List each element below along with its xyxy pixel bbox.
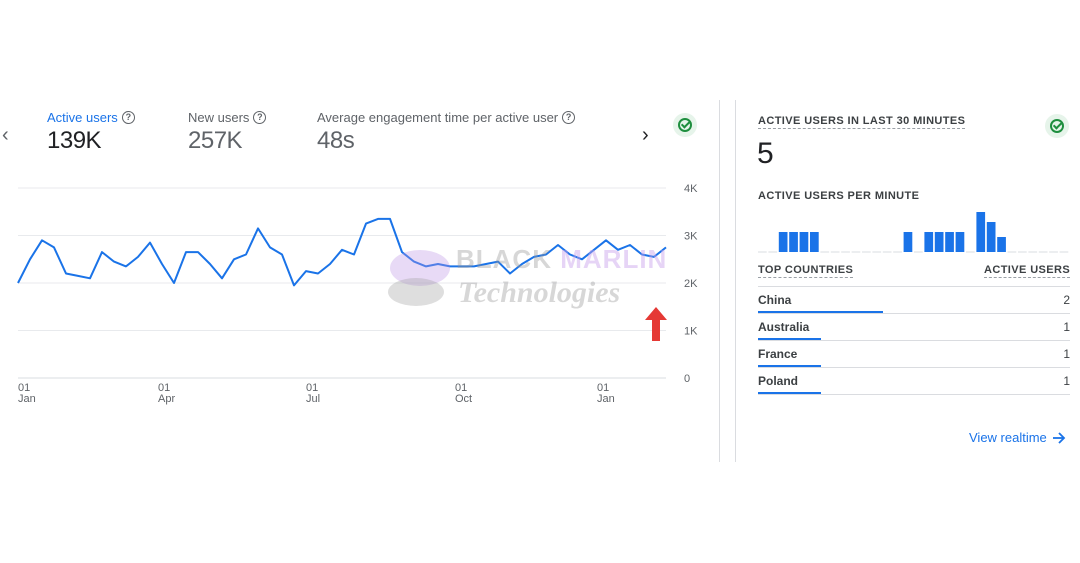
per-minute-bar [945,232,954,252]
country-value: 1 [1063,374,1070,388]
card-divider [735,100,736,462]
table-divider [758,286,1070,287]
table-divider [758,313,1070,314]
country-value: 1 [1063,320,1070,334]
x-tick-month: Jan [597,393,615,405]
metric-value: 139K [47,127,102,154]
per-minute-bar [789,232,798,252]
watermark: BLACK MARLIN Technologies [386,242,696,312]
country-name: Australia [758,320,810,334]
per-minute-bar [924,232,934,252]
country-name: Poland [758,374,799,388]
per-minute-bar [778,232,788,252]
per-minute-bar-chart [758,212,1069,253]
country-name: China [758,293,792,307]
table-divider [758,340,1070,341]
help-circle-icon[interactable]: ? [253,111,267,124]
metric-label: Active users [47,110,118,125]
y-tick-label: 1K [684,326,698,338]
active-users-header[interactable]: ACTIVE USERS [984,264,1071,278]
country-value: 2 [1063,293,1070,307]
y-tick-label: 3K [684,231,698,243]
x-tick-month: Jan [18,393,36,405]
check-circle-icon[interactable] [673,113,697,137]
table-divider [758,394,1070,395]
table-divider [758,367,1070,368]
metric-active-users[interactable]: Active users ? 139K [47,110,135,155]
realtime-value: 5 [757,137,774,170]
x-tick-month: Jul [306,393,320,405]
prev-metric-button[interactable]: ‹ [2,124,9,147]
x-tick-month: Oct [455,393,472,405]
per-minute-bar [903,232,913,252]
per-minute-bar [955,232,965,252]
watermark-text: BLACK [456,244,552,274]
next-metric-button[interactable]: › [642,124,649,147]
help-circle-icon[interactable]: ? [121,111,135,124]
per-minute-bar [799,232,809,252]
view-realtime-label: View realtime [969,430,1047,445]
x-tick-month: Apr [158,393,175,405]
per-minute-bar [986,222,996,252]
metric-engagement-time[interactable]: Average engagement time per active user … [317,110,576,155]
per-minute-bar [976,212,986,252]
metric-value: 257K [188,127,243,154]
watermark-text: MARLIN [560,244,668,274]
arrow-up-icon [645,307,667,341]
check-circle-icon[interactable] [1045,114,1069,138]
watermark-text: Technologies [458,276,621,309]
metric-value: 48s [317,127,355,154]
realtime-title[interactable]: ACTIVE USERS IN LAST 30 MINUTES [758,115,966,129]
watermark-logo [388,250,450,306]
metric-label: Average engagement time per active user [317,110,559,125]
chevron-right-icon: › [642,124,649,146]
y-tick-label: 4K [684,183,698,195]
per-minute-bar [810,232,819,252]
per-minute-label: ACTIVE USERS PER MINUTE [758,190,920,202]
per-minute-bar [997,237,1006,252]
card-divider [719,100,720,462]
arrow-right-icon [1052,431,1066,444]
chevron-left-icon: ‹ [2,124,9,146]
metric-label: New users [188,110,250,125]
metric-new-users[interactable]: New users ? 257K [188,110,267,155]
y-tick-label: 0 [684,373,690,385]
top-countries-header[interactable]: TOP COUNTRIES [758,264,854,278]
country-value: 1 [1063,347,1070,361]
per-minute-bar [934,232,944,252]
help-circle-icon[interactable]: ? [562,111,576,124]
country-name: France [758,347,798,361]
view-realtime-link[interactable]: View realtime [969,430,1066,445]
